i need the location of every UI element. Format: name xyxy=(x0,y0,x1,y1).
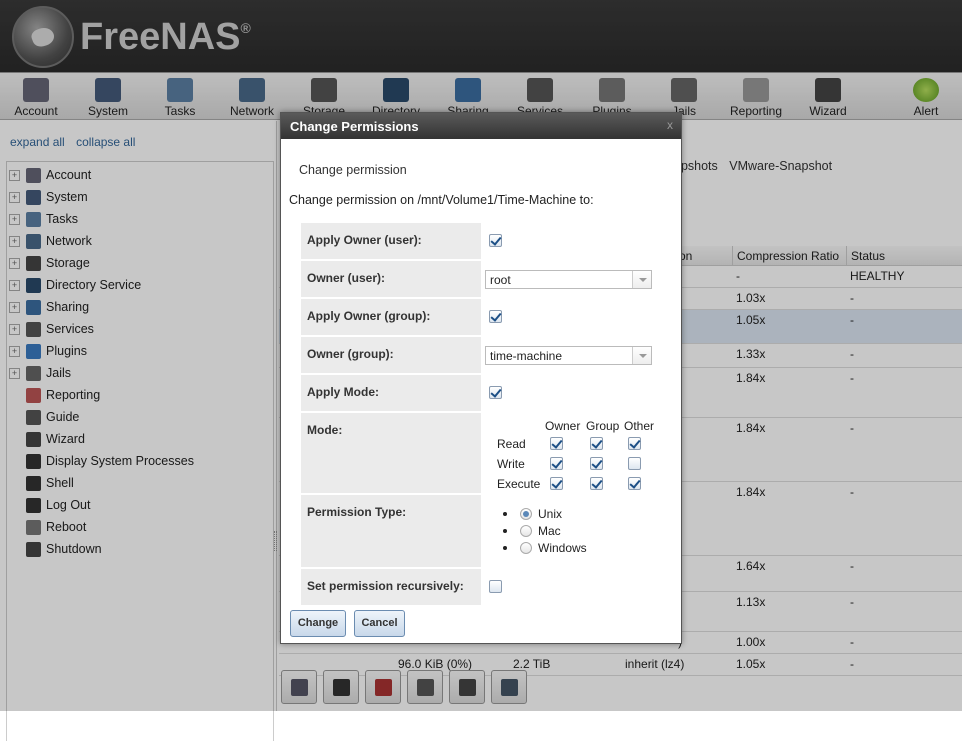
bullet-icon xyxy=(503,529,507,533)
mode-label: Mode: xyxy=(301,413,481,493)
mode-row-label: Write xyxy=(497,457,525,471)
dialog-title: Change Permissions xyxy=(281,113,681,139)
apply-mode-row: Apply Mode: xyxy=(301,375,663,411)
dialog-description: Change permission on /mnt/Volume1/Time-M… xyxy=(289,193,594,207)
mode-header-other: Other xyxy=(624,419,655,433)
bullet-icon xyxy=(503,546,507,550)
permission-type-options: Unix Mac Windows xyxy=(485,495,663,567)
owner-group-label: Owner (group): xyxy=(301,337,481,373)
chevron-down-icon[interactable] xyxy=(632,347,651,364)
permission-type-unix-radio[interactable] xyxy=(520,508,532,520)
owner-user-row: Owner (user): root xyxy=(301,261,663,297)
apply-owner-group-label: Apply Owner (group): xyxy=(301,299,481,335)
owner-group-row: Owner (group): time-machine xyxy=(301,337,663,373)
cancel-button[interactable]: Cancel xyxy=(354,610,405,637)
permission-type-mac-label[interactable]: Mac xyxy=(538,524,561,538)
owner-user-select[interactable]: root xyxy=(485,270,652,289)
change-permissions-dialog: Change Permissions x Change permission C… xyxy=(280,112,682,644)
apply-owner-user-label: Apply Owner (user): xyxy=(301,223,481,259)
apply-owner-user-row: Apply Owner (user): xyxy=(301,223,663,259)
dialog-tab-change-permission[interactable]: Change permission xyxy=(299,163,407,177)
owner-group-select[interactable]: time-machine xyxy=(485,346,652,365)
mode-read-group-checkbox[interactable] xyxy=(590,437,603,450)
apply-owner-group-checkbox[interactable] xyxy=(489,310,502,323)
mode-execute-group-checkbox[interactable] xyxy=(590,477,603,490)
apply-mode-label: Apply Mode: xyxy=(301,375,481,411)
permission-type-windows-label[interactable]: Windows xyxy=(538,541,587,555)
mode-row-label: Read xyxy=(497,437,526,451)
recursive-label: Set permission recursively: xyxy=(301,569,481,605)
recursive-row: Set permission recursively: xyxy=(301,569,663,605)
bullet-icon xyxy=(503,512,507,516)
change-button[interactable]: Change xyxy=(290,610,346,637)
mode-header-owner: Owner xyxy=(545,419,581,433)
mode-write-owner-checkbox[interactable] xyxy=(550,457,563,470)
mode-write-group-checkbox[interactable] xyxy=(590,457,603,470)
apply-mode-checkbox[interactable] xyxy=(489,386,502,399)
mode-row: Mode: Owner Group Other Read Write Execute xyxy=(301,413,663,493)
permission-type-label: Permission Type: xyxy=(301,495,481,567)
mode-execute-owner-checkbox[interactable] xyxy=(550,477,563,490)
permission-type-windows-radio[interactable] xyxy=(520,542,532,554)
mode-row-label: Execute xyxy=(497,477,541,491)
mode-read-owner-checkbox[interactable] xyxy=(550,437,563,450)
mode-read-other-checkbox[interactable] xyxy=(628,437,641,450)
mode-write-other-checkbox[interactable] xyxy=(628,457,641,470)
mode-header-group: Group xyxy=(586,419,620,433)
chevron-down-icon[interactable] xyxy=(632,271,651,288)
mode-execute-other-checkbox[interactable] xyxy=(628,477,641,490)
mode-grid: Owner Group Other Read Write Execute xyxy=(485,413,663,493)
owner-user-label: Owner (user): xyxy=(301,261,481,297)
permission-type-mac-radio[interactable] xyxy=(520,525,532,537)
close-icon[interactable]: x xyxy=(667,118,673,132)
permission-type-unix-label[interactable]: Unix xyxy=(538,507,562,521)
apply-owner-user-checkbox[interactable] xyxy=(489,234,502,247)
apply-owner-group-row: Apply Owner (group): xyxy=(301,299,663,335)
recursive-checkbox[interactable] xyxy=(489,580,502,593)
permission-type-row: Permission Type: Unix Mac Windows xyxy=(301,495,663,567)
